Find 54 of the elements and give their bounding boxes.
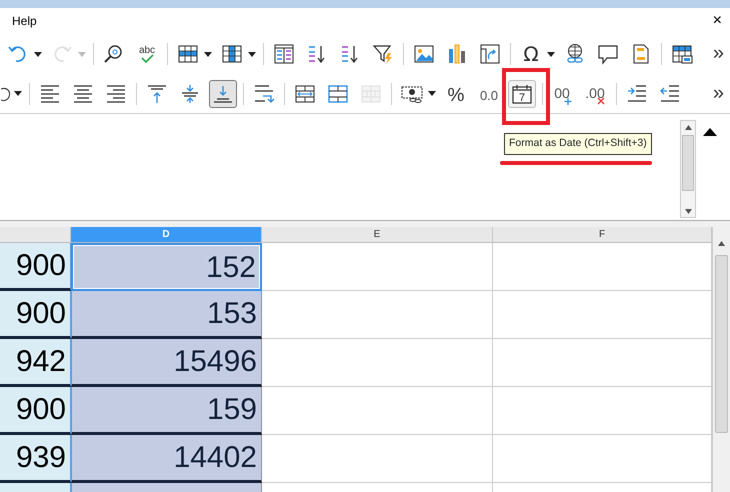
table-cell: 15496 xyxy=(71,339,262,387)
align-bottom-button[interactable] xyxy=(209,80,237,108)
table-cell: 900 xyxy=(0,387,71,435)
merge-center-icon xyxy=(294,82,316,104)
align-top-icon xyxy=(146,82,168,104)
scroll-up-icon xyxy=(685,125,692,130)
table-cell: 159 xyxy=(71,387,262,435)
scroll-down-icon xyxy=(685,209,692,214)
caret-icon xyxy=(78,52,86,56)
table-column-icon xyxy=(221,43,243,65)
table-cell: 900 xyxy=(0,291,71,339)
caret-icon xyxy=(248,52,256,56)
indent-increase-icon xyxy=(626,82,648,104)
image-icon xyxy=(413,43,435,65)
table-cell: 14402 xyxy=(71,435,262,483)
unmerge-cells-icon xyxy=(360,82,382,104)
scroll-thumb[interactable] xyxy=(715,255,728,433)
align-right-icon xyxy=(105,82,127,104)
tooltip: Format as Date (Ctrl+Shift+3) xyxy=(504,133,652,155)
print-area-icon xyxy=(671,43,693,65)
formula-scrollbar[interactable] xyxy=(680,120,696,218)
table-cell: 152 xyxy=(71,243,262,291)
column-header[interactable]: E xyxy=(262,227,493,243)
table-cell: 939 xyxy=(0,435,71,483)
table-cell: 900 xyxy=(0,243,71,291)
caret-icon xyxy=(34,52,42,56)
caret-icon xyxy=(14,91,22,96)
close-button[interactable]: × xyxy=(712,9,722,33)
scroll-up-icon xyxy=(718,241,725,246)
caret-icon xyxy=(547,52,555,56)
align-center-icon xyxy=(72,82,94,104)
table-cell: 942 xyxy=(0,339,71,387)
pivot-table-icon xyxy=(479,43,501,65)
column-header[interactable]: F xyxy=(493,227,712,243)
vertical-scrollbar[interactable] xyxy=(712,227,730,492)
menu-item[interactable]: Help xyxy=(12,12,37,30)
speech-bubble-icon xyxy=(597,43,619,65)
align-left-icon xyxy=(39,82,61,104)
table-row-icon xyxy=(177,43,199,65)
caret-icon xyxy=(428,91,436,96)
table-cell: 153 xyxy=(71,291,262,339)
bar-chart-icon xyxy=(446,43,468,65)
indent-decrease-icon xyxy=(659,82,681,104)
triangle-up-icon xyxy=(703,128,717,136)
funnel-icon xyxy=(372,43,394,65)
caret-icon xyxy=(204,52,212,56)
more-button[interactable]: » xyxy=(712,42,724,64)
sort-icon xyxy=(273,43,295,65)
scroll-thumb[interactable] xyxy=(682,135,694,191)
wrap-text-icon xyxy=(253,82,275,104)
merge-cells-icon xyxy=(327,82,349,104)
more-button[interactable]: » xyxy=(712,82,724,104)
highlight-frame xyxy=(502,68,550,124)
align-middle-icon xyxy=(179,82,201,104)
